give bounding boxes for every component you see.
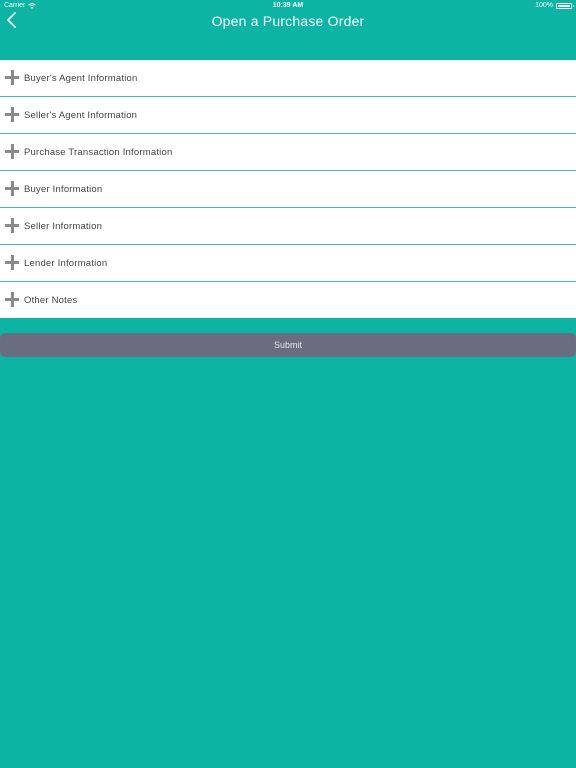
battery-percent: 100% — [535, 2, 553, 9]
plus-icon — [5, 144, 21, 160]
section-label: Lender Information — [24, 257, 108, 269]
section-purchase-transaction[interactable]: Purchase Transaction Information — [0, 134, 576, 171]
section-label: Buyer Information — [24, 183, 103, 195]
section-label: Other Notes — [24, 294, 78, 306]
plus-icon — [5, 70, 21, 86]
battery-icon — [556, 3, 574, 9]
section-other-notes[interactable]: Other Notes — [0, 282, 576, 318]
plus-icon — [5, 218, 21, 234]
status-time: 10:39 AM — [272, 2, 304, 9]
section-list: Buyer's Agent Information Seller's Agent… — [0, 60, 576, 318]
section-lender[interactable]: Lender Information — [0, 245, 576, 282]
section-buyer[interactable]: Buyer Information — [0, 171, 576, 208]
status-bar: Carrier 10:39 AM 100% — [0, 0, 576, 12]
section-label: Purchase Transaction Information — [24, 146, 173, 158]
section-sellers-agent[interactable]: Seller's Agent Information — [0, 97, 576, 134]
section-seller[interactable]: Seller Information — [0, 208, 576, 245]
submit-button[interactable]: Submit — [0, 333, 576, 357]
battery-indicator: 100% — [535, 0, 574, 12]
plus-icon — [5, 255, 21, 271]
page-title: Open a Purchase Order — [211, 13, 365, 29]
section-label: Seller's Agent Information — [24, 109, 138, 121]
plus-icon — [5, 292, 21, 308]
section-label: Buyer's Agent Information — [24, 72, 138, 84]
navigation-bar: Open a Purchase Order — [0, 12, 576, 60]
section-buyers-agent[interactable]: Buyer's Agent Information — [0, 60, 576, 97]
plus-icon — [5, 107, 21, 123]
plus-icon — [5, 181, 21, 197]
section-label: Seller Information — [24, 220, 103, 232]
